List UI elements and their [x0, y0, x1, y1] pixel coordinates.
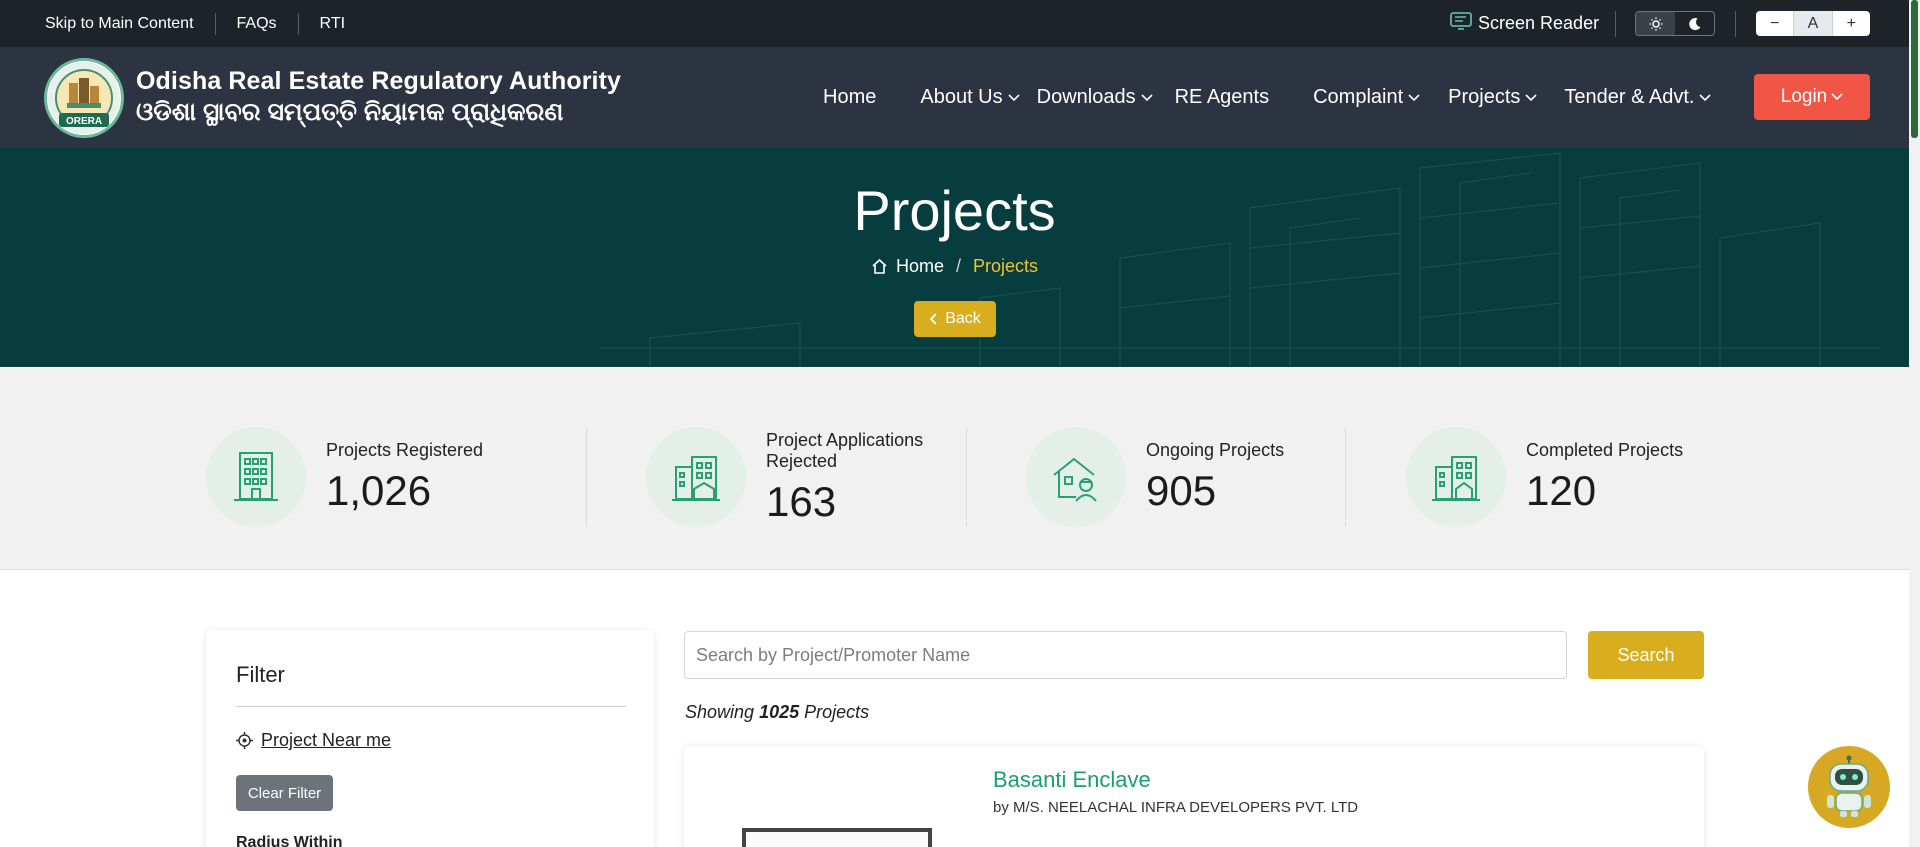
stat-value: 120	[1526, 467, 1597, 514]
nav-about-label: About Us	[920, 86, 1003, 108]
results-count: Showing 1025 Projects	[685, 702, 869, 723]
chevron-down-icon	[1408, 93, 1420, 101]
chevron-down-icon	[1008, 93, 1020, 101]
nav-tender-label: Tender & Advt.	[1564, 86, 1695, 108]
login-label: Login	[1780, 86, 1828, 107]
faqs-link[interactable]: FAQs	[237, 15, 277, 33]
stat-completed-projects: Completed Projects 120	[1406, 427, 1726, 527]
building-icon	[206, 427, 306, 527]
clear-filter-button[interactable]: Clear Filter	[236, 775, 333, 811]
nav-downloads-label: Downloads	[1036, 86, 1136, 108]
chevron-down-icon	[1525, 93, 1537, 101]
nav-projects[interactable]: Projects	[1448, 86, 1537, 109]
back-button[interactable]: Back	[914, 301, 996, 337]
search-button[interactable]: Search	[1588, 631, 1704, 679]
search-input[interactable]	[684, 631, 1567, 679]
screen-reader-link[interactable]: Screen Reader	[1450, 12, 1599, 35]
project-near-me-label: Project Near me	[261, 730, 392, 750]
divider	[966, 427, 967, 527]
divider	[214, 12, 216, 35]
screen-reader-icon	[1450, 12, 1478, 35]
chatbot-button[interactable]	[1808, 746, 1890, 828]
stat-label: Ongoing Projects	[1146, 440, 1285, 460]
font-reset-button[interactable]: A	[1793, 11, 1833, 36]
divider	[236, 706, 626, 707]
nav-home-label: Home	[823, 86, 877, 108]
font-size-control: − A +	[1756, 11, 1870, 36]
breadcrumb: Home / Projects	[0, 256, 1909, 277]
divider	[297, 12, 299, 35]
stat-value: 163	[766, 478, 837, 525]
svg-text:ORERA: ORERA	[66, 116, 102, 127]
location-target-icon	[236, 732, 253, 749]
breadcrumb-current: Projects	[973, 256, 1039, 276]
robot-icon	[1827, 755, 1871, 817]
nav-re-agents[interactable]: RE Agents	[1175, 86, 1270, 109]
stat-label: Project Applications Rejected	[766, 430, 924, 471]
font-decrease-button[interactable]: −	[1756, 11, 1793, 36]
chevron-down-icon	[1699, 93, 1712, 101]
project-promoter: by M/S. NEELACHAL INFRA DEVELOPERS PVT. …	[993, 799, 1359, 816]
project-near-me-link[interactable]: Project Near me	[236, 730, 391, 751]
showing-suffix: Projects	[804, 702, 870, 722]
apartment-icon	[646, 427, 746, 527]
stat-projects-registered: Projects Registered 1,026	[206, 427, 566, 527]
rti-link[interactable]: RTI	[320, 15, 345, 33]
divider	[1345, 427, 1346, 527]
nav-complaint-label: Complaint	[1313, 86, 1404, 108]
stat-applications-rejected: Project Applications Rejected 163	[646, 427, 966, 527]
chevron-down-icon	[1831, 93, 1843, 101]
main-header: ORERA Odisha Real Estate Regulatory Auth…	[0, 47, 1909, 148]
divider	[1615, 11, 1616, 37]
page-title: Projects	[853, 179, 1056, 242]
completed-building-icon	[1406, 427, 1506, 527]
dark-mode-icon[interactable]	[1675, 12, 1714, 35]
breadcrumb-separator: /	[955, 256, 961, 276]
nav-downloads[interactable]: Downloads	[1037, 86, 1153, 109]
nav-complaint[interactable]: Complaint	[1313, 86, 1420, 109]
nav-home[interactable]: Home	[823, 86, 876, 109]
utility-links: Skip to Main Content FAQs RTI	[45, 0, 345, 47]
results-number: 1025	[759, 702, 800, 722]
stat-label: Projects Registered	[326, 440, 484, 460]
light-mode-icon[interactable]	[1636, 12, 1675, 35]
stat-ongoing-projects: Ongoing Projects 905	[1026, 427, 1346, 527]
login-button[interactable]: Login	[1754, 74, 1870, 120]
chevron-down-icon	[1141, 93, 1153, 101]
project-card[interactable]: Basanti Enclave by M/S. NEELACHAL INFRA …	[684, 746, 1704, 847]
radius-label: Radius Within	[236, 834, 343, 847]
nav-projects-label: Projects	[1448, 86, 1521, 108]
house-worker-icon	[1026, 427, 1126, 527]
breadcrumb-home[interactable]: Home	[896, 256, 944, 277]
nav-agents-label: RE Agents	[1174, 86, 1270, 108]
site-title[interactable]: Odisha Real Estate Regulatory Authority	[136, 67, 621, 96]
stat-label: Completed Projects	[1526, 440, 1684, 460]
nav-about-us[interactable]: About Us	[920, 86, 1020, 109]
stat-value: 905	[1146, 467, 1217, 514]
showing-prefix: Showing	[685, 702, 755, 722]
screen-reader-label: Screen Reader	[1478, 13, 1600, 33]
font-increase-button[interactable]: +	[1833, 11, 1870, 36]
stat-value: 1,026	[326, 467, 432, 514]
orera-logo[interactable]: ORERA	[44, 58, 124, 138]
main-nav: Home About Us Downloads RE Agents Compla…	[823, 47, 1712, 148]
project-stats: Projects Registered 1,026 Project Applic…	[0, 367, 1909, 570]
divider	[586, 427, 587, 527]
page-hero: Projects Home / Projects Back	[0, 148, 1909, 367]
filter-panel: Filter Project Near me Clear Filter Radi…	[206, 630, 654, 847]
divider	[1735, 11, 1736, 37]
back-label: Back	[945, 310, 981, 327]
scrollbar-thumb[interactable]	[1911, 0, 1918, 138]
project-name[interactable]: Basanti Enclave	[993, 767, 1151, 793]
skip-to-main-link[interactable]: Skip to Main Content	[45, 15, 194, 33]
home-icon	[872, 258, 887, 274]
theme-toggle[interactable]	[1635, 11, 1715, 36]
project-image	[742, 828, 932, 847]
filter-title: Filter	[236, 662, 285, 687]
top-utility-bar: Skip to Main Content FAQs RTI Screen Rea…	[0, 0, 1909, 47]
site-title-odia: ଓଡିଶା ସ୍ଥାବର ସମ୍ପତ୍ତି ନିୟାମକ ପ୍ରାଧିକରଣ	[136, 98, 564, 126]
chevron-left-icon	[929, 313, 937, 325]
nav-tender[interactable]: Tender & Advt.	[1564, 86, 1712, 109]
